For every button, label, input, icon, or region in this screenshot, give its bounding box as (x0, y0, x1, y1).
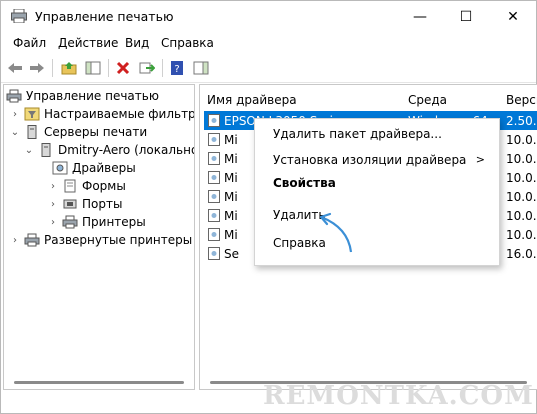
filter-icon (24, 107, 40, 121)
title-bar: Управление печатью — ☐ ✕ (1, 1, 536, 33)
toolbar-separator (162, 59, 163, 77)
print-management-window: Управление печатью — ☐ ✕ Файл Действие В… (0, 0, 537, 414)
server-icon (41, 143, 51, 157)
printer-icon (62, 215, 78, 229)
menu-action[interactable]: Действие (58, 36, 118, 50)
navigation-tree: Управление печатью › Настраиваемые фильт… (3, 84, 195, 390)
driver-version: 10.0.2 (506, 132, 537, 147)
tree-item-root[interactable]: Управление печатью (6, 87, 159, 105)
driver-icon (208, 228, 220, 241)
tree-item-ports[interactable]: › Порты (48, 195, 122, 213)
forms-icon (64, 179, 76, 193)
annotation-arrow-icon (319, 212, 353, 253)
driver-icon (208, 152, 220, 165)
column-header-version[interactable]: Верси (506, 93, 537, 107)
help-icon[interactable]: ? (167, 58, 187, 78)
horizontal-scrollbar[interactable] (14, 381, 184, 384)
driver-name: Se (224, 246, 239, 261)
chevron-right-icon[interactable]: › (48, 199, 58, 210)
driver-name: Mi (224, 227, 238, 242)
printer-icon (6, 89, 22, 103)
tree-label: Управление печатью (26, 89, 159, 103)
toolbar-separator (52, 59, 53, 77)
driver-icon (208, 114, 220, 127)
chevron-right-icon[interactable]: › (48, 217, 58, 228)
driver-version: 10.0.2 (506, 189, 537, 204)
watermark: REMONTKA.COM (263, 381, 534, 411)
driver-version: 10.0.2 (506, 170, 537, 185)
menu-bar: Файл Действие Вид Справка (1, 33, 536, 53)
tree-label: Драйверы (72, 161, 136, 175)
menu-item-properties[interactable]: Свойства (273, 176, 336, 190)
chevron-right-icon[interactable]: › (48, 181, 58, 192)
tree-label: Dmitry-Aero (локально) (58, 143, 195, 157)
chevron-right-icon: > (475, 153, 485, 166)
tree-item-deployed-printers[interactable]: › Развернутые принтеры (10, 231, 192, 249)
up-folder-icon[interactable] (59, 58, 79, 78)
tree-item-printers[interactable]: › Принтеры (48, 213, 146, 231)
chevron-down-icon[interactable]: ⌄ (10, 127, 20, 138)
chevron-down-icon[interactable]: ⌄ (24, 145, 34, 156)
delete-icon[interactable] (113, 58, 133, 78)
printer-app-icon (11, 9, 27, 23)
driver-icon (208, 247, 220, 260)
svg-text:?: ? (174, 64, 179, 75)
back-icon[interactable] (5, 58, 25, 78)
menu-help[interactable]: Справка (161, 36, 214, 50)
driver-version: 10.0.2 (506, 208, 537, 223)
tree-label: Формы (82, 179, 126, 193)
close-button[interactable]: ✕ (490, 1, 536, 33)
tree-item-print-servers[interactable]: ⌄ Серверы печати (10, 123, 147, 141)
menu-file[interactable]: Файл (13, 36, 46, 50)
tree-item-forms[interactable]: › Формы (48, 177, 126, 195)
tree-item-server[interactable]: ⌄ Dmitry-Aero (локально) (24, 141, 195, 159)
server-icon (27, 125, 37, 139)
chevron-right-icon[interactable]: › (10, 235, 20, 246)
maximize-button[interactable]: ☐ (443, 1, 489, 33)
toolbar-separator (108, 59, 109, 77)
driver-name: Mi (224, 151, 238, 166)
menu-item-remove-driver-package[interactable]: Удалить пакет драйвера... (273, 127, 442, 141)
driver-icon (208, 209, 220, 222)
properties-pane-icon[interactable] (191, 58, 211, 78)
minimize-button[interactable]: — (397, 1, 443, 33)
driver-version: 16.0.7 (506, 246, 537, 261)
chevron-right-icon[interactable]: › (10, 109, 20, 120)
menu-item-set-driver-isolation[interactable]: Установка изоляции драйвера (273, 153, 466, 167)
driver-name: Mi (224, 170, 238, 185)
driver-icon (208, 190, 220, 203)
tree-label: Развернутые принтеры (44, 233, 193, 247)
menu-view[interactable]: Вид (125, 36, 149, 50)
tree-label: Серверы печати (44, 125, 148, 139)
tree-item-drivers[interactable]: Драйверы (52, 159, 136, 177)
toolbar: ? (1, 54, 536, 83)
tree-item-custom-filters[interactable]: › Настраиваемые фильтры (10, 105, 195, 123)
driver-icon (208, 171, 220, 184)
driver-name: Mi (224, 189, 238, 204)
window-title: Управление печатью (35, 9, 174, 24)
driver-version: 10.0.2 (506, 227, 537, 242)
printer-icon (24, 233, 40, 247)
tree-label: Принтеры (82, 215, 146, 229)
column-header-environment[interactable]: Среда (408, 93, 447, 107)
show-hide-tree-icon[interactable] (83, 58, 103, 78)
port-icon (63, 199, 77, 209)
driver-icon (208, 133, 220, 146)
context-menu: Удалить пакет драйвера... Установка изол… (254, 118, 500, 266)
export-icon[interactable] (137, 58, 157, 78)
driver-version: 2.50.0 (506, 113, 537, 128)
column-header-driver-name[interactable]: Имя драйвера (207, 93, 297, 107)
tree-label: Настраиваемые фильтры (44, 107, 195, 121)
forward-icon[interactable] (27, 58, 47, 78)
driver-icon (52, 161, 68, 175)
tree-label: Порты (82, 197, 123, 211)
driver-version: 10.0.2 (506, 151, 537, 166)
driver-name: Mi (224, 132, 238, 147)
driver-name: Mi (224, 208, 238, 223)
